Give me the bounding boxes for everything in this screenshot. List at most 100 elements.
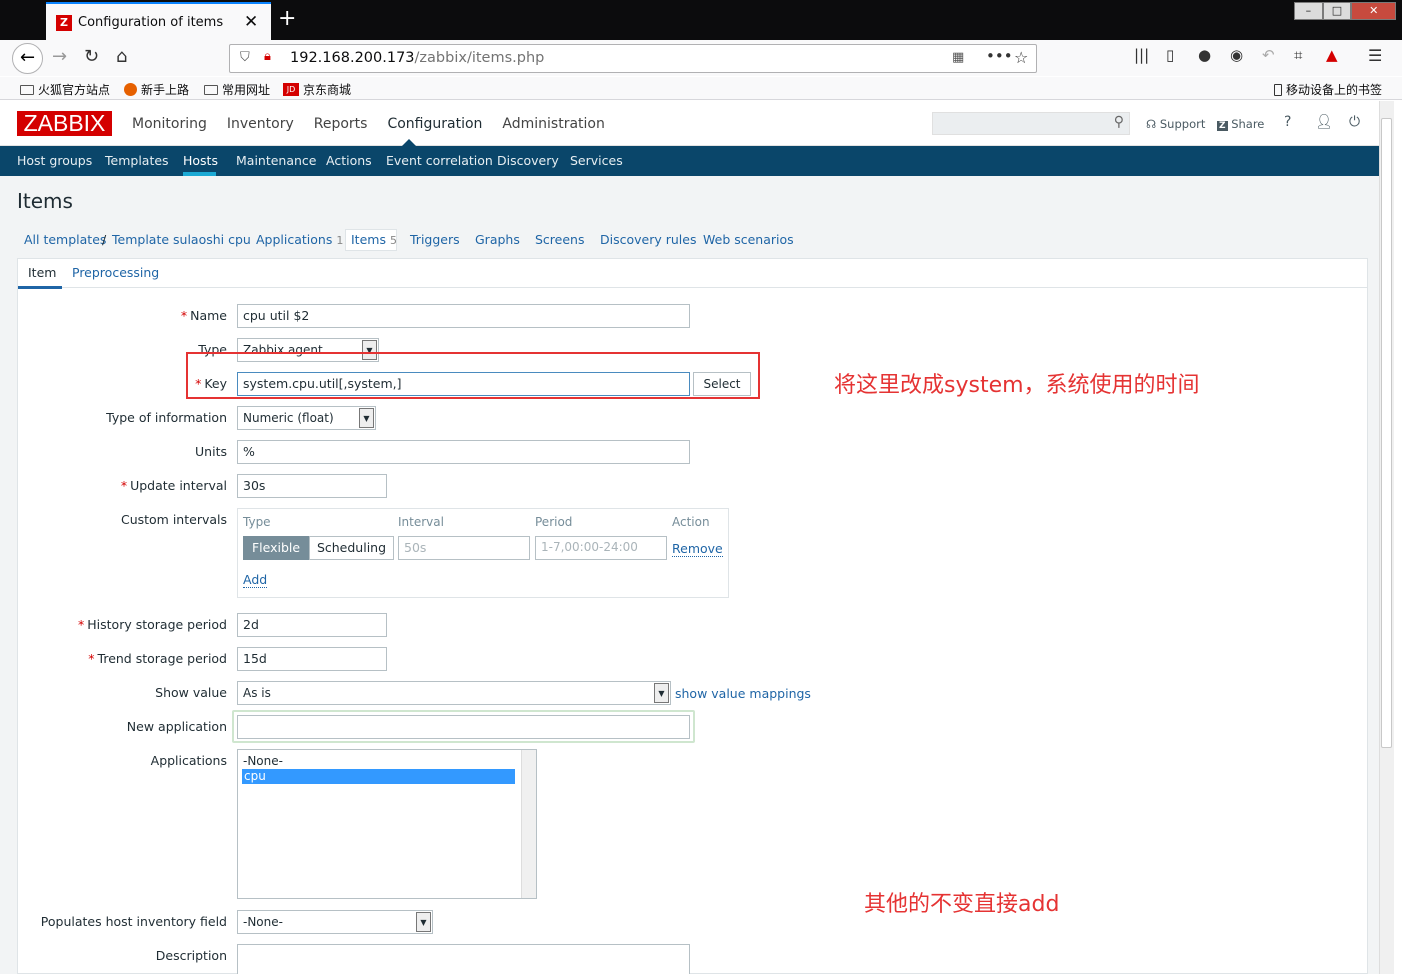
submenu-event-correlation[interactable]: Event correlation bbox=[386, 153, 493, 168]
link-items[interactable]: Items 5 bbox=[351, 232, 397, 247]
zabbix-logo[interactable]: ZABBIX bbox=[17, 111, 112, 136]
library-icon[interactable]: ||| bbox=[1134, 46, 1149, 64]
ci-remove-link[interactable]: Remove bbox=[672, 541, 723, 557]
more-actions-icon[interactable]: ••• bbox=[986, 47, 1013, 65]
ci-interval-input[interactable]: 50s bbox=[398, 536, 530, 560]
menu-administration[interactable]: Administration bbox=[502, 116, 604, 132]
ci-header-interval: Interval bbox=[398, 515, 444, 529]
screenshot-icon[interactable]: ⌗ bbox=[1294, 46, 1302, 64]
url-host: 192.168.200.173 bbox=[290, 50, 415, 66]
extension-icon[interactable]: ▲ bbox=[1326, 46, 1338, 64]
link-triggers[interactable]: Triggers bbox=[410, 232, 460, 247]
home-icon[interactable]: ⌂ bbox=[116, 46, 127, 67]
description-label: Description bbox=[155, 948, 227, 963]
link-screens[interactable]: Screens bbox=[535, 232, 585, 247]
jd-icon: JD bbox=[283, 83, 299, 96]
link-graphs[interactable]: Graphs bbox=[475, 232, 520, 247]
ci-header-period: Period bbox=[535, 515, 573, 529]
minimize-icon[interactable]: – bbox=[1294, 2, 1323, 20]
description-textarea[interactable] bbox=[237, 944, 690, 974]
listbox-scrollbar[interactable] bbox=[521, 750, 536, 898]
history-input[interactable]: 2d bbox=[237, 613, 387, 637]
maximize-icon[interactable]: □ bbox=[1322, 2, 1352, 20]
show-value-select[interactable]: As is ▼ bbox=[237, 681, 671, 705]
trend-input[interactable]: 15d bbox=[237, 647, 387, 671]
browser-tab[interactable]: Z Configuration of items ✕ bbox=[46, 2, 271, 40]
insecure-lock-icon: 🔒︎ bbox=[264, 49, 271, 64]
help-icon[interactable]: ? bbox=[1284, 114, 1291, 130]
tab-item[interactable]: Item bbox=[28, 265, 56, 280]
ci-period-input[interactable]: 1-7,00:00-24:00 bbox=[535, 536, 667, 560]
name-input[interactable]: cpu util $2 bbox=[237, 304, 690, 328]
list-item[interactable]: -None- bbox=[243, 754, 283, 768]
bookmark-star-icon[interactable]: ☆ bbox=[1014, 48, 1028, 67]
inventory-select[interactable]: -None- ▼ bbox=[237, 910, 433, 934]
applications-listbox[interactable]: -None- cpu bbox=[237, 749, 537, 899]
close-tab-icon[interactable]: ✕ bbox=[244, 12, 258, 32]
firefox-icon bbox=[124, 83, 137, 96]
annotation-note: 将这里改成system，系统使用的时间 bbox=[834, 373, 1200, 398]
annotation-highlight-box bbox=[186, 352, 760, 399]
submenu-discovery[interactable]: Discovery bbox=[497, 153, 559, 168]
new-application-input[interactable] bbox=[237, 715, 690, 739]
submenu-maintenance[interactable]: Maintenance bbox=[236, 153, 317, 168]
back-arrow-icon[interactable]: ← bbox=[12, 43, 43, 74]
link-web-scenarios[interactable]: Web scenarios bbox=[703, 232, 794, 247]
chevron-down-icon: ▼ bbox=[416, 912, 431, 932]
folder-icon bbox=[204, 84, 218, 95]
flexible-toggle[interactable]: Flexible bbox=[243, 536, 309, 560]
type-info-label: Type of information bbox=[106, 410, 227, 425]
address-bar[interactable]: ⛉ 🔒︎ 192.168.200.173/zabbix/items.php ▦ … bbox=[229, 44, 1037, 73]
annotation-note: 其他的不变直接add bbox=[864, 892, 1060, 917]
window-controls: – □ ✕ bbox=[1294, 2, 1397, 20]
menu-configuration[interactable]: Configuration bbox=[387, 116, 482, 132]
submenu-templates[interactable]: Templates bbox=[105, 153, 169, 168]
submenu-hosts[interactable]: Hosts bbox=[183, 153, 218, 168]
share-link[interactable]: Z Share bbox=[1217, 117, 1264, 131]
scheduling-toggle[interactable]: Scheduling bbox=[309, 536, 394, 560]
qr-code-icon[interactable]: ▦ bbox=[952, 50, 964, 65]
sidebar-icon[interactable]: ▯ bbox=[1166, 46, 1174, 64]
undo-icon[interactable]: ↶ bbox=[1262, 46, 1275, 64]
menu-icon[interactable]: ☰ bbox=[1368, 46, 1382, 65]
bookmark-item[interactable]: 新手上路 bbox=[124, 81, 189, 98]
mobile-bookmarks[interactable]: 移动设备上的书签 bbox=[1274, 81, 1382, 98]
close-window-icon[interactable]: ✕ bbox=[1351, 2, 1397, 20]
link-applications[interactable]: Applications 1 bbox=[256, 232, 343, 247]
scrollbar-thumb[interactable] bbox=[1381, 118, 1392, 748]
new-tab-icon[interactable]: + bbox=[278, 8, 296, 30]
page-title: Items bbox=[17, 189, 73, 213]
search-icon[interactable]: ⚲ bbox=[1114, 114, 1124, 130]
chat-icon[interactable]: ◉ bbox=[1230, 46, 1243, 64]
bookmark-item[interactable]: JD 京东商城 bbox=[283, 81, 351, 98]
ci-add-link[interactable]: Add bbox=[243, 572, 268, 588]
breadcrumb-template[interactable]: Template sulaoshi cpu bbox=[112, 232, 251, 247]
account-icon[interactable]: ● bbox=[1198, 46, 1211, 64]
reload-icon[interactable]: ↻ bbox=[84, 46, 99, 67]
menu-monitoring[interactable]: Monitoring bbox=[132, 116, 207, 132]
bookmark-item[interactable]: 火狐官方站点 bbox=[20, 81, 110, 98]
search-input[interactable]: ⚲ bbox=[932, 112, 1130, 135]
submenu-services[interactable]: Services bbox=[570, 153, 623, 168]
submenu-host-groups[interactable]: Host groups bbox=[17, 153, 92, 168]
menu-reports[interactable]: Reports bbox=[314, 116, 368, 132]
submenu-actions[interactable]: Actions bbox=[326, 153, 372, 168]
units-input[interactable]: % bbox=[237, 440, 690, 464]
type-info-select[interactable]: Numeric (float) ▼ bbox=[237, 406, 376, 430]
update-interval-input[interactable]: 30s bbox=[237, 474, 387, 498]
forward-arrow-icon[interactable]: → bbox=[52, 46, 67, 67]
menu-inventory[interactable]: Inventory bbox=[227, 116, 294, 132]
link-discovery-rules[interactable]: Discovery rules bbox=[600, 232, 696, 247]
sign-out-icon[interactable]: ⏻ bbox=[1349, 114, 1360, 130]
units-label: Units bbox=[195, 444, 227, 459]
support-link[interactable]: ☊ Support bbox=[1146, 117, 1205, 131]
tab-preprocessing[interactable]: Preprocessing bbox=[72, 265, 159, 280]
bookmark-item[interactable]: 常用网址 bbox=[204, 81, 270, 98]
shield-icon: ⛉ bbox=[240, 50, 250, 65]
user-profile-icon[interactable]: 👤︎ bbox=[1315, 114, 1333, 130]
breadcrumb-all-templates[interactable]: All templates bbox=[24, 232, 106, 247]
list-item-selected[interactable]: cpu bbox=[242, 769, 515, 784]
show-value-mappings-link[interactable]: show value mappings bbox=[675, 686, 811, 701]
url-path: /zabbix/items.php bbox=[414, 50, 545, 66]
update-interval-label: Update interval bbox=[130, 478, 227, 493]
